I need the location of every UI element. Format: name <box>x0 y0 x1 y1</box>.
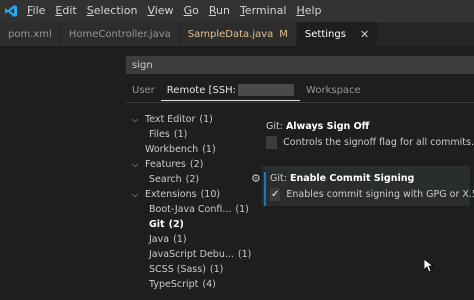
chevron-down-icon: ⌵ <box>131 115 139 124</box>
editor-tab-strip: pom.xml HomeController.java SampleData.j… <box>0 22 474 46</box>
tab-workspace[interactable]: Workspace <box>300 82 367 100</box>
gear-icon[interactable]: ⚙ <box>251 172 261 185</box>
toc-item-workbench[interactable]: Workbench (1) <box>126 142 254 157</box>
toc-item-scss[interactable]: SCSS (Sass) (1) <box>126 262 254 277</box>
tab-pom-xml[interactable]: pom.xml <box>0 22 61 46</box>
toc-item-git[interactable]: Git (2) <box>126 217 254 232</box>
close-icon[interactable]: ✕ <box>360 28 369 41</box>
settings-toc: ⌵ Text Editor (1) Files (1) Workbench (1) ⌵ F… <box>126 112 254 292</box>
menu-bar: File Edit Selection View Go Run Terminal… <box>22 0 327 22</box>
toc-item-java[interactable]: Java (1) <box>126 232 254 247</box>
chevron-down-icon: ⌵ <box>131 190 139 199</box>
setting-title: Git: Always Sign Off <box>266 121 370 132</box>
menu-view[interactable]: View <box>142 0 178 22</box>
menu-go[interactable]: Go <box>179 0 204 22</box>
tab-remote[interactable]: Remote [SSH: <box>160 82 301 101</box>
settings-scope-tabs: User Remote [SSH: Workspace <box>126 82 367 101</box>
toc-item-typescript[interactable]: TypeScript (4) <box>126 277 254 292</box>
toc-item-extensions[interactable]: ⌵ Extensions (10) <box>126 187 254 202</box>
toc-item-files[interactable]: Files (1) <box>126 127 254 142</box>
modified-badge: M <box>279 28 288 40</box>
setting-always-sign-off: Git: Always Sign Off Controls the signof… <box>266 120 474 149</box>
toc-item-boot-java[interactable]: Boot-Java Confi... (1) <box>126 202 254 217</box>
divider <box>126 102 474 103</box>
tab-home-controller[interactable]: HomeController.java <box>60 22 180 46</box>
menu-selection[interactable]: Selection <box>82 0 143 22</box>
toc-item-features[interactable]: ⌵ Features (2) <box>126 157 254 172</box>
mouse-cursor-icon <box>423 258 435 277</box>
toc-item-search[interactable]: Search (2) <box>126 172 254 187</box>
settings-editor: User Remote [SSH: Workspace ⌵Text Editor… <box>0 46 474 300</box>
toc-item-text-editor[interactable]: ⌵ Text Editor (1) <box>126 112 254 127</box>
menu-help[interactable]: Help <box>291 0 326 22</box>
title-bar: File Edit Selection View Go Run Terminal… <box>0 0 474 22</box>
setting-description: Controls the signoff flag for all commit… <box>283 137 474 148</box>
menu-terminal[interactable]: Terminal <box>235 0 292 22</box>
setting-description: Enables commit signing with GPG or X.509… <box>286 189 474 200</box>
toc-item-javascript-debug[interactable]: JavaScript Debu... (1) <box>126 247 254 262</box>
tab-sample-data[interactable]: SampleData.java M <box>179 22 297 46</box>
menu-run[interactable]: Run <box>204 0 235 22</box>
chevron-down-icon: ⌵ <box>131 160 139 169</box>
vscode-logo-icon <box>0 0 22 22</box>
setting-title: Git: Enable Commit Signing <box>270 173 415 184</box>
setting-enable-commit-signing: Git: Enable Commit Signing ✓ Enables com… <box>262 166 474 206</box>
enable-commit-signing-checkbox[interactable]: ✓ <box>270 188 281 201</box>
tab-user[interactable]: User <box>126 82 161 100</box>
tab-settings[interactable]: Settings ✕ <box>296 22 379 46</box>
settings-search-input[interactable] <box>126 56 474 74</box>
always-sign-off-checkbox[interactable] <box>266 136 278 149</box>
redacted-host <box>238 83 295 96</box>
focus-indicator <box>264 172 266 206</box>
menu-file[interactable]: File <box>22 0 50 22</box>
menu-edit[interactable]: Edit <box>50 0 81 22</box>
